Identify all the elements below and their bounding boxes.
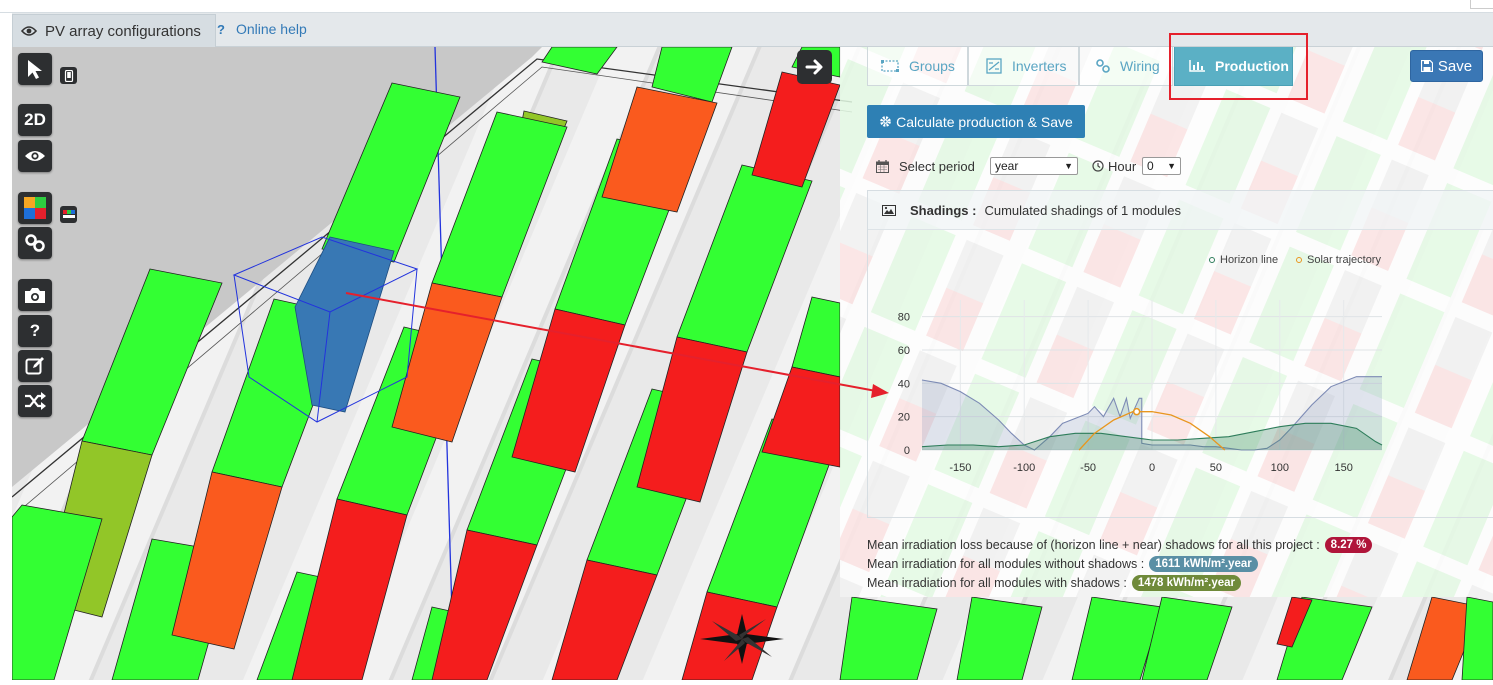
shuffle-icon	[25, 392, 46, 410]
cursor-icon	[28, 60, 42, 79]
tab-groups[interactable]: Groups	[867, 47, 968, 86]
eye-icon	[21, 26, 37, 36]
stat-without-badge: 1611 kWh/m².year	[1149, 556, 1258, 572]
eye-icon	[25, 151, 45, 161]
clock-icon	[1092, 160, 1104, 172]
visibility-button[interactable]	[18, 140, 52, 172]
legend-horizon-line[interactable]: Horizon line	[1209, 254, 1278, 266]
x-tick-label: 0	[1149, 462, 1155, 474]
x-tick-label: -100	[1013, 462, 1035, 474]
image-icon	[882, 204, 896, 216]
legend-solar-trajectory[interactable]: Solar trajectory	[1296, 254, 1381, 266]
y-tick-label: 60	[898, 345, 910, 357]
select-tool-button[interactable]	[18, 53, 52, 85]
y-tick-label: 0	[904, 445, 910, 457]
calculate-label: Calculate production & Save	[896, 113, 1073, 130]
y-tick-label: 40	[898, 378, 910, 390]
hour-value: 0	[1147, 159, 1154, 173]
legend-marker	[1296, 257, 1302, 263]
sun-position-marker	[1132, 407, 1141, 416]
stat-without-label: Mean irradiation for all modules without…	[867, 557, 1145, 571]
hour-row: Hour	[1092, 156, 1136, 176]
color-mode-button[interactable]	[18, 192, 52, 224]
shuffle-button[interactable]	[18, 385, 52, 417]
legend-marker	[1209, 257, 1215, 263]
select-period-label: Select period	[899, 158, 975, 174]
online-help-label: Online help	[235, 21, 307, 37]
save-button[interactable]: Save	[1410, 50, 1483, 82]
screenshot-button[interactable]	[18, 279, 52, 311]
color-legend-button[interactable]	[60, 206, 77, 223]
highlight-annotation	[1169, 33, 1308, 100]
y-tick-label: 20	[898, 412, 910, 424]
view-2d-button[interactable]: 2D	[18, 104, 52, 136]
tab-inverters[interactable]: Inverters	[968, 47, 1079, 86]
wiring-icon	[1096, 59, 1110, 73]
gear-icon	[880, 116, 891, 127]
hour-select[interactable]: 0 ▼	[1142, 157, 1181, 175]
legend-label: Solar trajectory	[1307, 254, 1381, 266]
edit-icon	[25, 357, 44, 375]
stat-loss-label: Mean irradiation loss because of (horizo…	[867, 538, 1320, 552]
x-tick-label: 100	[1271, 462, 1289, 474]
caret-down-icon: ▼	[1064, 161, 1073, 171]
color-palette-icon	[24, 197, 46, 219]
color-bar-icon	[62, 210, 75, 218]
link-button[interactable]	[18, 227, 52, 259]
hour-label: Hour	[1108, 158, 1137, 174]
shading-chart: 0 20 40 60 80 -150 -100 -50 0 50 100 150	[898, 300, 1383, 474]
y-tick-label: 80	[898, 312, 910, 324]
select-period-row: Select period	[876, 156, 975, 176]
stat-with-label: Mean irradiation for all modules with sh…	[867, 576, 1127, 590]
question-icon: ?	[217, 21, 225, 37]
x-tick-label: 50	[1210, 462, 1222, 474]
floppy-disk-icon	[1420, 60, 1433, 72]
caret-down-icon: ▼	[1167, 161, 1176, 171]
x-tick-label: -150	[949, 462, 971, 474]
tab-label: Inverters	[1012, 58, 1067, 74]
inverter-icon	[986, 58, 1002, 74]
question-icon: ?	[29, 321, 41, 340]
x-tick-label: -50	[1080, 462, 1096, 474]
tab-pv-array-configurations[interactable]: PV array configurations	[12, 14, 216, 47]
module[interactable]	[1461, 596, 1493, 681]
tab-label: PV array configurations	[45, 22, 201, 40]
mobile-toggle-button[interactable]	[60, 67, 77, 84]
shadings-header: Shadings : Cumulated shadings of 1 modul…	[868, 191, 1493, 230]
period-select[interactable]: year ▼	[990, 157, 1078, 175]
stat-with-badge: 1478 kWh/m².year	[1131, 575, 1242, 591]
shadings-subtitle: Cumulated shadings of 1 modules	[984, 202, 1182, 218]
calendar-icon	[876, 159, 889, 173]
tab-label: Wiring	[1120, 58, 1160, 74]
collapse-panel-button[interactable]	[797, 50, 832, 84]
mobile-icon	[64, 69, 73, 82]
tab-label: Groups	[909, 58, 955, 74]
edit-button[interactable]	[18, 350, 52, 382]
tab-wiring[interactable]: Wiring	[1079, 47, 1173, 86]
legend-label: Horizon line	[1220, 254, 1279, 266]
x-tick-label: 150	[1334, 462, 1352, 474]
shadings-title: Shadings :	[910, 202, 977, 218]
stat-with-shadows: Mean irradiation for all modules with sh…	[867, 575, 1242, 591]
groups-icon	[881, 60, 899, 72]
arrow-right-icon	[805, 59, 822, 75]
calculate-production-button[interactable]: Calculate production & Save	[867, 105, 1085, 138]
stat-without-shadows: Mean irradiation for all modules without…	[867, 556, 1258, 572]
top-band	[0, 0, 1493, 13]
help-button[interactable]: ?	[18, 315, 52, 347]
stat-loss: Mean irradiation loss because of (horizo…	[867, 537, 1373, 553]
view-2d-label: 2D	[24, 110, 46, 129]
link-icon	[25, 234, 45, 252]
period-value: year	[995, 159, 1019, 173]
online-help-link[interactable]: ? Online help	[217, 21, 307, 37]
top-right-sliver	[1470, 0, 1493, 9]
save-label: Save	[1437, 57, 1473, 75]
camera-icon	[25, 288, 45, 303]
stat-loss-badge: 8.27 %	[1324, 537, 1373, 553]
